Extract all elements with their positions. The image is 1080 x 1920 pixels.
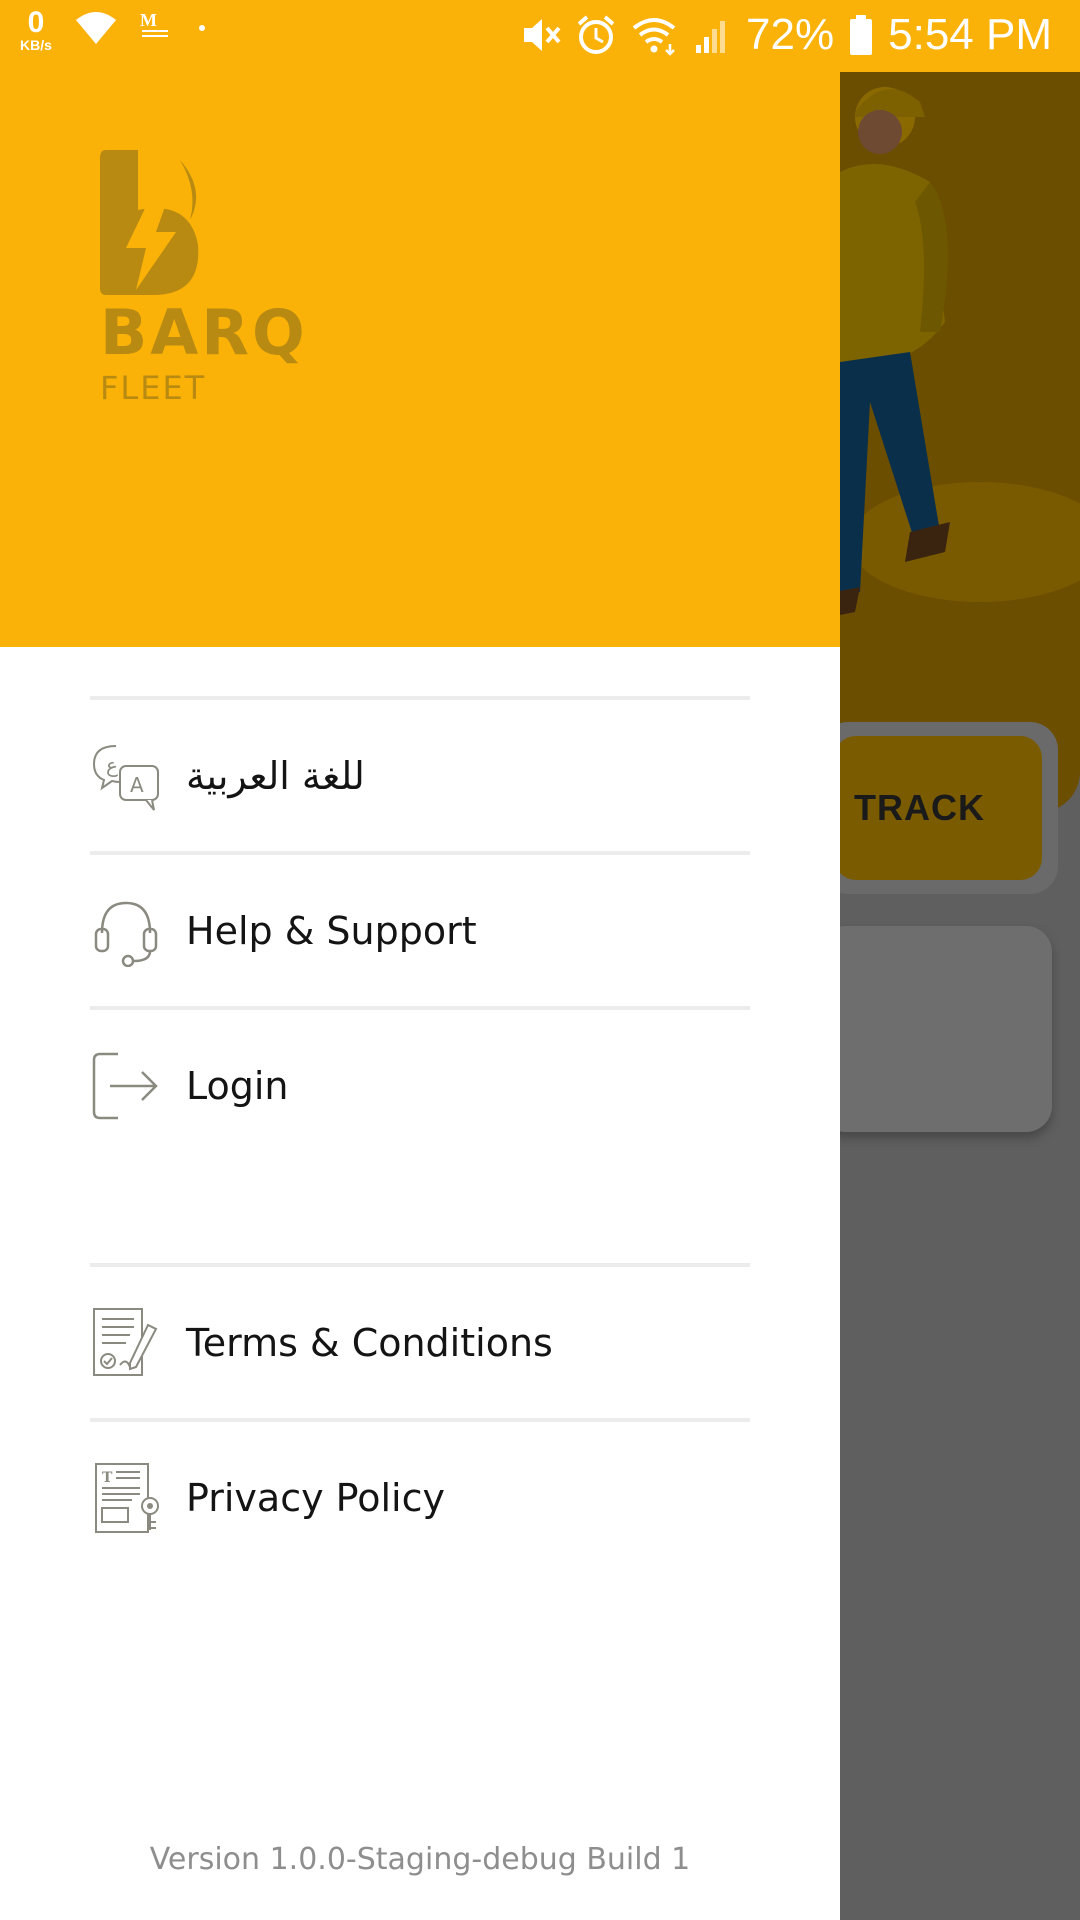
data-speed-unit: KB/s (20, 37, 52, 53)
login-arrow-icon (90, 1050, 162, 1122)
signal-icon (696, 21, 726, 53)
background-card (820, 926, 1052, 1132)
alarm-icon (577, 15, 615, 54)
menu-item-label: Privacy Policy (186, 1475, 445, 1520)
battery-percent: 72% (746, 10, 835, 59)
menu-item-label: Login (186, 1063, 289, 1108)
menu-item-label: للغة العربية (186, 753, 365, 798)
mute-icon (524, 19, 561, 51)
wifi-icon (75, 12, 116, 44)
terms-document-icon (90, 1307, 162, 1379)
track-button[interactable]: TRACK (834, 736, 1042, 880)
menu-item-arabic-language[interactable]: ع A للغة العربية (90, 700, 750, 851)
navigation-drawer: BARQ FLEET ع A للغة العربية Help & Suppo… (0, 72, 840, 1920)
brand-subtitle: FLEET (100, 369, 207, 407)
privacy-document-icon: T (90, 1462, 162, 1534)
wifi-calling-icon (632, 18, 676, 56)
drawer-header: BARQ FLEET (0, 72, 840, 647)
menu-item-label: Terms & Conditions (186, 1320, 553, 1365)
language-translate-icon: ع A (90, 740, 162, 812)
menu-item-help-support[interactable]: Help & Support (90, 855, 750, 1006)
menu-item-terms-conditions[interactable]: Terms & Conditions (90, 1267, 750, 1418)
clock: 5:54 PM (888, 10, 1052, 59)
menu-item-label: Help & Support (186, 908, 477, 953)
data-speed-indicator: 0 KB/s (20, 6, 52, 53)
headset-icon (90, 895, 162, 967)
gmail-icon: M (140, 10, 168, 37)
app-version-label: Version 1.0.0-Staging-debug Build 1 (149, 1842, 691, 1877)
drawer-menu: ع A للغة العربية Help & Support Login Te… (90, 696, 750, 1573)
menu-spacer (90, 1161, 750, 1263)
status-bar-right: 72% 5:54 PM (520, 10, 1052, 60)
status-bar-left: 0 KB/s M (20, 8, 212, 52)
menu-item-login[interactable]: Login (90, 1010, 750, 1161)
menu-item-privacy-policy[interactable]: T Privacy Policy (90, 1422, 750, 1573)
svg-text:ع: ع (106, 753, 118, 777)
screen: TRACK 0 KB/s M 72% 5:54 PM BARQ FLEET ع … (0, 0, 1080, 1920)
data-speed-value: 0 (27, 6, 45, 39)
brand-name: BARQ (100, 296, 308, 369)
delivery-worker-illustration (830, 87, 1080, 617)
svg-text:T: T (102, 1470, 113, 1486)
svg-text:M: M (140, 10, 157, 30)
battery-icon (850, 15, 873, 55)
dot-icon (198, 25, 205, 31)
svg-text:A: A (130, 773, 144, 797)
status-bar: 0 KB/s M 72% 5:54 PM (0, 0, 1080, 72)
barq-logo-icon (100, 150, 199, 295)
